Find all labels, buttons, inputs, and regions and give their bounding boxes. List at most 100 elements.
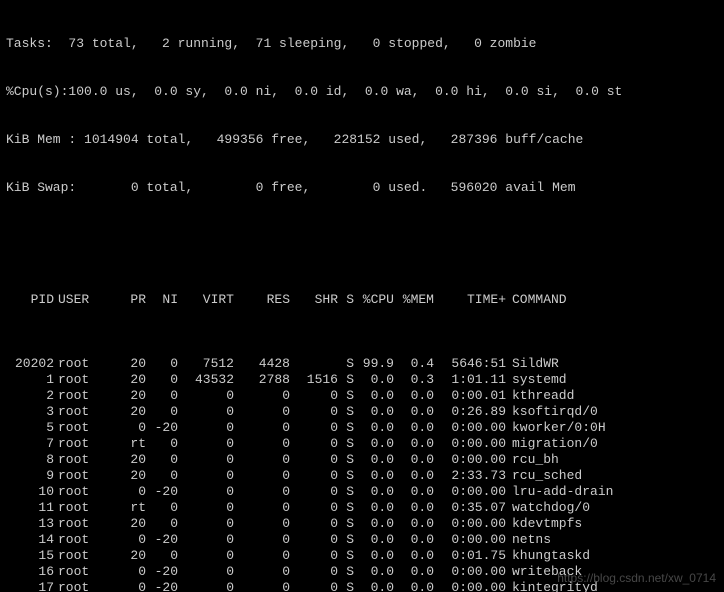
cell-res: 0 <box>234 452 290 468</box>
cell-mem: 0.0 <box>394 564 434 580</box>
col-time: TIME+ <box>434 292 506 308</box>
cell-pid: 5 <box>6 420 54 436</box>
cell-res: 0 <box>234 420 290 436</box>
cell-time: 2:33.73 <box>434 468 506 484</box>
cell-pr: 0 <box>114 420 146 436</box>
cell-res: 0 <box>234 468 290 484</box>
cell-cmd: khungtaskd <box>506 548 718 564</box>
cell-res: 0 <box>234 580 290 592</box>
table-row[interactable]: 14root0-20000S0.00.00:00.00netns <box>6 532 718 548</box>
cell-time: 0:00.00 <box>434 580 506 592</box>
cell-cpu: 0.0 <box>354 500 394 516</box>
cell-virt: 0 <box>178 452 234 468</box>
cell-mem: 0.0 <box>394 548 434 564</box>
cell-cpu: 0.0 <box>354 404 394 420</box>
table-row[interactable]: 10root0-20000S0.00.00:00.00lru-add-drain <box>6 484 718 500</box>
mem-summary: KiB Mem : 1014904 total, 499356 free, 22… <box>6 132 718 148</box>
cell-time: 0:00.00 <box>434 436 506 452</box>
cell-ni: 0 <box>146 436 178 452</box>
cell-user: root <box>54 356 114 372</box>
cell-virt: 0 <box>178 420 234 436</box>
cell-time: 0:00.00 <box>434 516 506 532</box>
cell-shr: 0 <box>290 580 338 592</box>
cell-pid: 7 <box>6 436 54 452</box>
cell-time: 1:01.11 <box>434 372 506 388</box>
cell-pr: 20 <box>114 516 146 532</box>
cell-ni: 0 <box>146 516 178 532</box>
cell-time: 0:00.00 <box>434 532 506 548</box>
cell-time: 5646:51 <box>434 356 506 372</box>
cell-cpu: 0.0 <box>354 564 394 580</box>
col-cmd: COMMAND <box>506 292 718 308</box>
col-cpu: %CPU <box>354 292 394 308</box>
cell-mem: 0.0 <box>394 516 434 532</box>
cell-virt: 0 <box>178 516 234 532</box>
table-row[interactable]: 5root0-20000S0.00.00:00.00kworker/0:0H <box>6 420 718 436</box>
table-row[interactable]: 16root0-20000S0.00.00:00.00writeback <box>6 564 718 580</box>
cell-pr: 20 <box>114 468 146 484</box>
cell-mem: 0.0 <box>394 436 434 452</box>
cell-ni: 0 <box>146 548 178 564</box>
cell-user: root <box>54 452 114 468</box>
table-row[interactable]: 15root200000S0.00.00:01.75khungtaskd <box>6 548 718 564</box>
cell-shr <box>290 356 338 372</box>
cell-shr: 0 <box>290 532 338 548</box>
cell-cmd: lru-add-drain <box>506 484 718 500</box>
cell-pid: 17 <box>6 580 54 592</box>
cell-virt: 0 <box>178 436 234 452</box>
col-shr: SHR <box>290 292 338 308</box>
cell-s: S <box>338 548 354 564</box>
cell-mem: 0.0 <box>394 484 434 500</box>
cell-pid: 20202 <box>6 356 54 372</box>
cell-s: S <box>338 564 354 580</box>
cell-ni: -20 <box>146 564 178 580</box>
cell-ni: 0 <box>146 388 178 404</box>
cell-ni: 0 <box>146 372 178 388</box>
table-row[interactable]: 17root0-20000S0.00.00:00.00kintegrityd <box>6 580 718 592</box>
cell-mem: 0.0 <box>394 452 434 468</box>
cell-shr: 0 <box>290 452 338 468</box>
cell-cmd: migration/0 <box>506 436 718 452</box>
cell-time: 0:35.07 <box>434 500 506 516</box>
table-row[interactable]: 2root200000S0.00.00:00.01kthreadd <box>6 388 718 404</box>
table-row[interactable]: 7rootrt0000S0.00.00:00.00migration/0 <box>6 436 718 452</box>
table-row[interactable]: 20202root20075124428S99.90.45646:51SildW… <box>6 356 718 372</box>
cell-cpu: 0.0 <box>354 468 394 484</box>
cell-cmd: SildWR <box>506 356 718 372</box>
cell-res: 0 <box>234 564 290 580</box>
cell-ni: 0 <box>146 452 178 468</box>
cell-pid: 2 <box>6 388 54 404</box>
cell-shr: 0 <box>290 468 338 484</box>
table-row[interactable]: 3root200000S0.00.00:26.89ksoftirqd/0 <box>6 404 718 420</box>
cell-cpu: 0.0 <box>354 436 394 452</box>
table-row[interactable]: 9root200000S0.00.02:33.73rcu_sched <box>6 468 718 484</box>
cell-virt: 0 <box>178 548 234 564</box>
table-row[interactable]: 13root200000S0.00.00:00.00kdevtmpfs <box>6 516 718 532</box>
cell-time: 0:00.00 <box>434 484 506 500</box>
cell-cpu: 0.0 <box>354 388 394 404</box>
cell-pid: 14 <box>6 532 54 548</box>
cell-virt: 0 <box>178 500 234 516</box>
cell-ni: 0 <box>146 468 178 484</box>
table-row[interactable]: 8root200000S0.00.00:00.00rcu_bh <box>6 452 718 468</box>
cell-cpu: 99.9 <box>354 356 394 372</box>
terminal-top-output[interactable]: Tasks: 73 total, 2 running, 71 sleeping,… <box>0 0 724 592</box>
table-row[interactable]: 11rootrt0000S0.00.00:35.07watchdog/0 <box>6 500 718 516</box>
cell-s: S <box>338 516 354 532</box>
cell-pid: 8 <box>6 452 54 468</box>
cell-s: S <box>338 484 354 500</box>
cell-pr: rt <box>114 436 146 452</box>
cell-mem: 0.0 <box>394 404 434 420</box>
cell-cmd: watchdog/0 <box>506 500 718 516</box>
cell-virt: 0 <box>178 580 234 592</box>
cell-cmd: rcu_bh <box>506 452 718 468</box>
cell-cmd: rcu_sched <box>506 468 718 484</box>
cell-cmd: writeback <box>506 564 718 580</box>
table-row[interactable]: 1root2004353227881516S0.00.31:01.11syste… <box>6 372 718 388</box>
cell-s: S <box>338 372 354 388</box>
col-res: RES <box>234 292 290 308</box>
cell-user: root <box>54 516 114 532</box>
cell-user: root <box>54 468 114 484</box>
cell-cmd: netns <box>506 532 718 548</box>
cell-user: root <box>54 484 114 500</box>
